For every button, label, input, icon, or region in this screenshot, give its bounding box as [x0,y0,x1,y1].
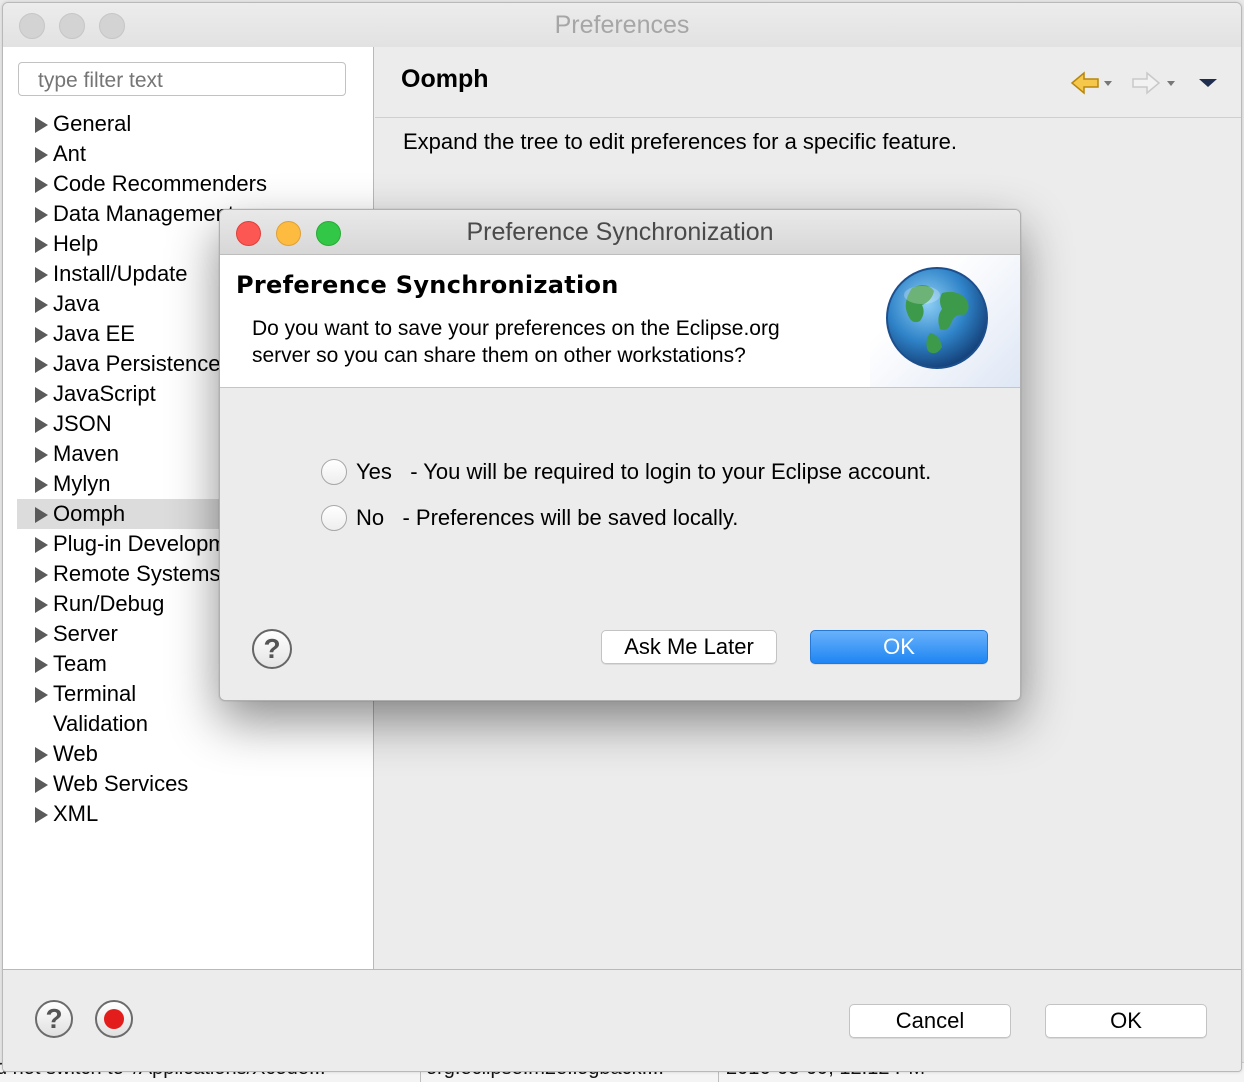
expand-triangle-icon[interactable] [35,777,48,793]
window-titlebar[interactable]: Preferences [3,3,1241,47]
expand-triangle-icon[interactable] [35,657,48,673]
tree-node[interactable]: General [17,109,373,139]
filter-input[interactable] [18,62,346,96]
dialog-message-line1: Do you want to save your preferences on … [252,317,780,340]
expand-triangle-icon[interactable] [35,507,48,523]
back-arrow-icon [1070,71,1112,95]
tree-node-label: Web Services [53,771,189,796]
page-header: Oomph [375,47,1241,118]
expand-triangle-icon[interactable] [35,357,48,373]
no-description: - Preferences will be saved locally. [402,505,739,530]
expand-triangle-icon[interactable] [35,597,48,613]
no-option[interactable]: No - Preferences will be saved locally. [356,505,738,531]
help-button[interactable]: ? [35,1000,73,1038]
bottom-bar: ? Cancel OK [3,969,1241,1071]
expand-triangle-icon[interactable] [35,327,48,343]
expand-triangle-icon[interactable] [35,177,48,193]
dialog-message-line2: server so you can share them on other wo… [252,344,746,367]
yes-label[interactable]: Yes [356,459,392,484]
view-menu-button[interactable] [1197,69,1219,103]
no-label[interactable]: No [356,505,384,530]
tree-node-label: Code Recommenders [53,171,267,196]
tree-node-label: Maven [53,441,120,466]
expand-triangle-icon[interactable] [35,237,48,253]
expand-triangle-icon[interactable] [35,147,48,163]
ask-me-later-button[interactable]: Ask Me Later [601,630,777,664]
expand-triangle-icon[interactable] [35,567,48,583]
tree-node[interactable]: XML [17,799,373,829]
help-icon: ? [263,633,281,664]
yes-radio[interactable] [321,459,347,485]
expand-triangle-icon[interactable] [35,267,48,283]
expand-triangle-icon[interactable] [35,537,48,553]
tree-node[interactable]: Ant [17,139,373,169]
expand-triangle-icon[interactable] [35,207,48,223]
expand-triangle-icon[interactable] [35,807,48,823]
page-title: Oomph [401,65,489,93]
tree-node-label: XML [53,801,99,826]
expand-triangle-icon[interactable] [35,747,48,763]
tree-node[interactable]: Web [17,739,373,769]
back-button[interactable] [1070,69,1114,103]
expand-triangle-icon[interactable] [35,447,48,463]
tree-node-label: Team [53,651,107,676]
tree-node-label: Run/Debug [53,591,165,616]
tree-node-label: JSON [53,411,112,436]
forward-button[interactable] [1131,69,1175,103]
expand-triangle-icon[interactable] [35,417,48,433]
tree-node-label: Web [53,741,98,766]
tree-node-label: Server [53,621,118,646]
page-description: Expand the tree to edit preferences for … [403,129,957,154]
expand-triangle-icon[interactable] [35,477,48,493]
yes-option[interactable]: Yes - You will be required to login to y… [356,459,931,485]
dialog-message: Do you want to save your preferences on … [252,315,780,369]
dialog-header: Preference Synchronization Do you want t… [220,255,1020,388]
cancel-button[interactable]: Cancel [849,1004,1011,1038]
globe-banner [870,255,1020,387]
expand-triangle-icon[interactable] [35,687,48,703]
tree-node-label: Remote Systems [53,561,221,586]
tree-node-label: General [53,111,132,136]
record-icon [104,1009,124,1029]
ok-button[interactable]: OK [1045,1004,1207,1038]
tree-node-label: Terminal [53,681,137,706]
record-button[interactable] [95,1000,133,1038]
tree-node-label: Java [53,291,100,316]
globe-icon [886,267,988,369]
no-radio[interactable] [321,505,347,531]
tree-node-label: JavaScript [53,381,156,406]
tree-node-label: Ant [53,141,87,166]
expand-triangle-icon[interactable] [35,387,48,403]
dialog-heading: Preference Synchronization [236,271,619,299]
yes-description: - You will be required to login to your … [410,459,932,484]
forward-arrow-icon [1132,71,1175,95]
tree-node-label: Install/Update [53,261,188,286]
help-icon: ? [45,1003,63,1034]
expand-triangle-icon[interactable] [35,297,48,313]
expand-triangle-icon[interactable] [35,117,48,133]
dialog-ok-button[interactable]: OK [810,630,988,664]
tree-node[interactable]: Code Recommenders [17,169,373,199]
tree-node[interactable]: Web Services [17,769,373,799]
tree-node-label: Oomph [53,501,126,526]
dialog-help-button[interactable]: ? [252,629,292,669]
tree-node-label: Java Persistence [53,351,221,376]
expand-triangle-icon[interactable] [35,627,48,643]
tree-node-label: Help [53,231,99,256]
window-title: Preferences [554,11,690,39]
chevron-down-icon [1199,79,1217,87]
tree-node-label: Java EE [53,321,135,346]
tree-node-label: Data Management [53,201,234,226]
preference-sync-dialog: Preference Synchronization Preference Sy… [219,209,1021,701]
dialog-window-title: Preference Synchronization [466,218,774,246]
tree-node-label: Mylyn [53,471,111,496]
dialog-titlebar[interactable]: Preference Synchronization [220,210,1020,255]
tree-node[interactable]: Validation [17,709,373,739]
tree-node-label: Validation [53,711,148,736]
